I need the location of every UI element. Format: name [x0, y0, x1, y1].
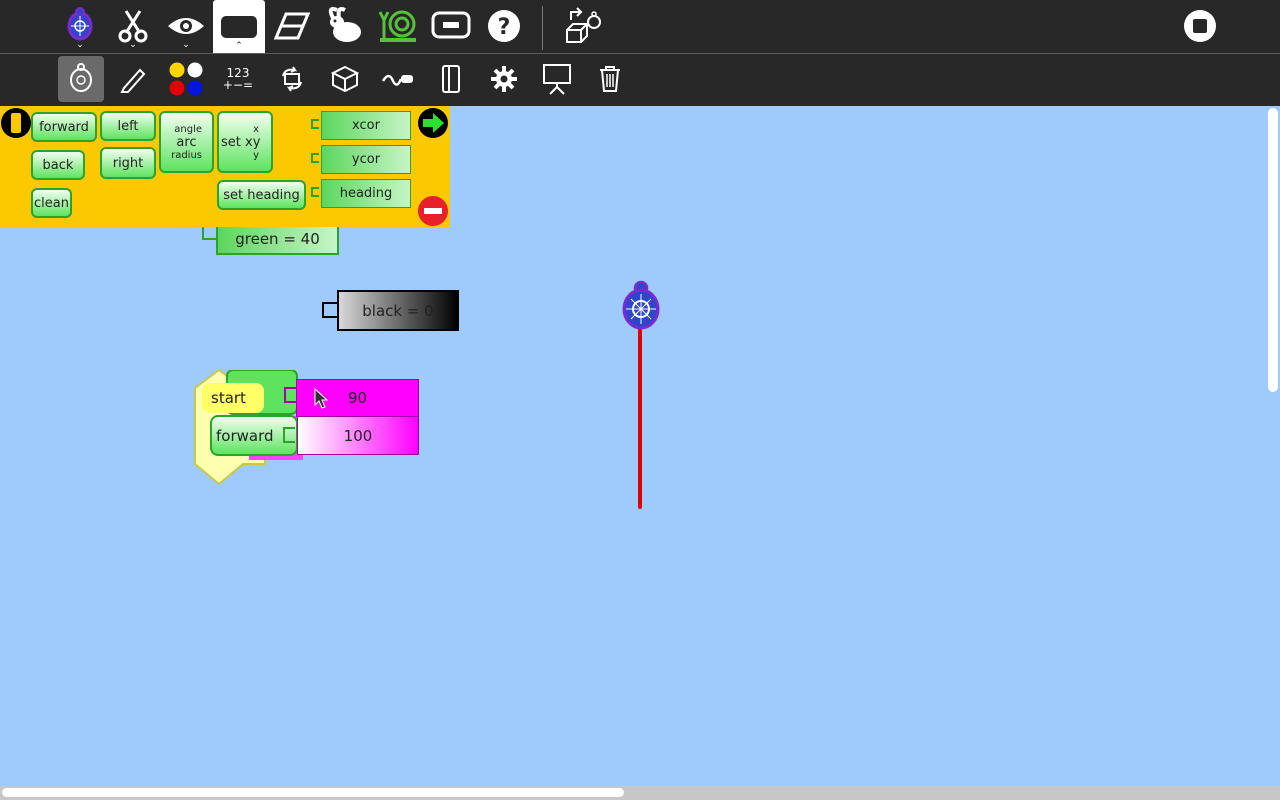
- arg-100-notch: [283, 427, 295, 443]
- horizontal-scrollbar[interactable]: [2, 788, 624, 797]
- pen-icon[interactable]: [110, 56, 156, 102]
- palette-left-block[interactable]: left: [100, 111, 156, 141]
- palette-arc-label: arc: [176, 134, 197, 150]
- number-label-bottom: +−=: [222, 78, 254, 92]
- chevron-up-icon: ⌃: [235, 41, 243, 51]
- start-label-box: start: [202, 383, 264, 413]
- palette-xcor-label: xcor: [352, 118, 380, 133]
- palette-forward-label: forward: [39, 119, 89, 135]
- palette-back-label: back: [42, 157, 74, 173]
- palette-clean-label: clean: [34, 195, 69, 211]
- ycor-notch: [311, 153, 319, 163]
- rabbit-icon[interactable]: [319, 0, 371, 52]
- color-palette-icon[interactable]: [163, 56, 209, 102]
- chevron-down-icon: ⌄: [129, 40, 137, 50]
- palette-arc-block[interactable]: angle arc radius: [159, 111, 214, 173]
- heading-notch: [311, 187, 319, 197]
- chevron-down-icon: ⌄: [76, 40, 84, 50]
- green-block-label: green = 40: [235, 229, 320, 248]
- eye-icon[interactable]: ⌄: [160, 0, 212, 52]
- palette-setxy-x-label: x: [253, 123, 259, 135]
- palette-clean-block[interactable]: clean: [31, 188, 72, 218]
- presentation-icon[interactable]: [534, 56, 580, 102]
- palette-right-block[interactable]: right: [100, 147, 156, 179]
- pen-trail: [638, 326, 642, 509]
- settings-icon[interactable]: [481, 56, 527, 102]
- tab-icon[interactable]: ⌃: [213, 0, 265, 53]
- turtle-palette-icon[interactable]: [58, 56, 104, 102]
- eraser-icon[interactable]: [266, 0, 318, 52]
- trash-icon[interactable]: [587, 56, 633, 102]
- snail-icon[interactable]: [372, 0, 424, 52]
- palette-setheading-label: set heading: [223, 187, 300, 203]
- black-block-notch: [322, 302, 337, 318]
- palette-back-block[interactable]: back: [31, 150, 85, 180]
- magenta-arg-100[interactable]: 100: [297, 416, 419, 455]
- arg-90-label: 90: [347, 389, 368, 407]
- vertical-scrollbar[interactable]: [1268, 108, 1278, 392]
- palette-arc-angle-label: angle: [174, 123, 202, 135]
- arg-90-notch: [284, 387, 296, 403]
- export-turtle-icon[interactable]: [557, 0, 609, 52]
- palette-arc-radius-label: radius: [171, 149, 202, 161]
- palette-setxy-y-label: y: [253, 149, 259, 161]
- toolbar-divider: [542, 6, 543, 50]
- xcor-notch: [311, 119, 319, 129]
- number-palette-icon[interactable]: 123 +−=: [215, 56, 261, 102]
- chevron-down-icon: ⌄: [182, 40, 190, 50]
- stop-icon[interactable]: [1174, 0, 1226, 52]
- palette-setheading-block[interactable]: set heading: [217, 180, 306, 210]
- help-icon[interactable]: ?: [478, 0, 530, 52]
- palette-setxy-label: set xy: [221, 134, 261, 150]
- extras-icon[interactable]: [428, 56, 474, 102]
- start-block-label: start: [211, 389, 246, 407]
- forward-block-label: forward: [216, 426, 274, 445]
- scissors-icon[interactable]: ⌄: [107, 0, 159, 52]
- palette-heading-label: heading: [339, 186, 393, 201]
- action-icon[interactable]: [375, 56, 421, 102]
- palette-heading-block[interactable]: heading: [321, 179, 411, 208]
- palette-hide-button[interactable]: [1, 108, 31, 138]
- mouse-cursor-icon: [314, 387, 329, 414]
- turtle-sprite-icon[interactable]: [619, 280, 663, 336]
- collapse-icon[interactable]: [425, 0, 477, 52]
- palette-xcor-block[interactable]: xcor: [321, 111, 411, 140]
- palette-ycor-block[interactable]: ycor: [321, 145, 411, 174]
- box-icon[interactable]: [322, 56, 368, 102]
- turtle-icon[interactable]: ⌄: [54, 0, 106, 52]
- palette-ycor-label: ycor: [351, 152, 381, 167]
- black-block-label: black = 0: [362, 301, 434, 320]
- main-toolbar: ⌄ ⌄ ⌄ ⌃ ?: [0, 0, 1280, 53]
- svg-text:?: ?: [498, 15, 511, 40]
- palette-next-button[interactable]: [417, 107, 449, 143]
- palette-setxy-block[interactable]: x set xy y: [217, 111, 273, 173]
- black-block[interactable]: black = 0: [337, 290, 459, 331]
- palette-right-label: right: [112, 155, 144, 171]
- palette-forward-block[interactable]: forward: [31, 112, 97, 142]
- arg-100-label: 100: [343, 426, 373, 445]
- palette-left-label: left: [117, 118, 139, 134]
- palette-remove-button[interactable]: [417, 195, 449, 231]
- flow-icon[interactable]: [269, 56, 315, 102]
